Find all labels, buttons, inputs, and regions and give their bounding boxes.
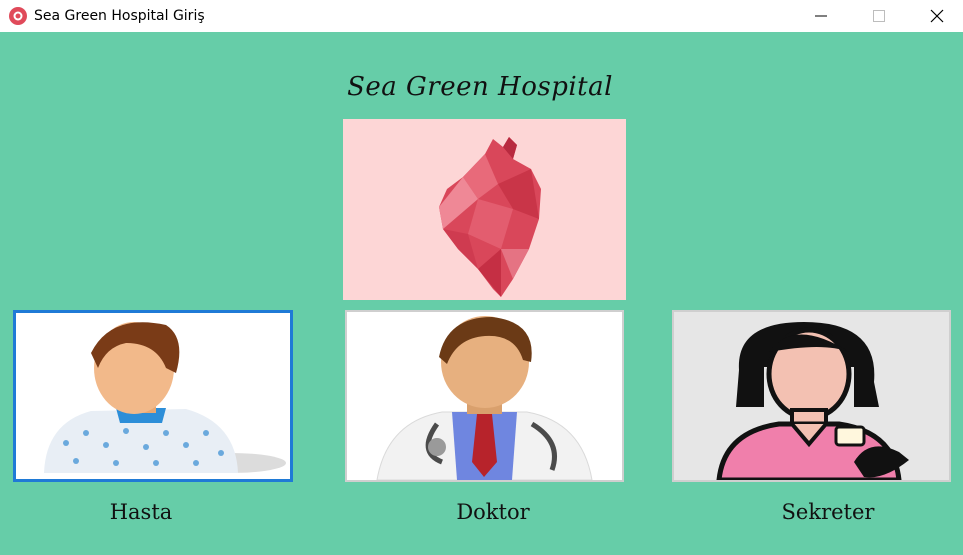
patient-label: Hasta	[109, 500, 173, 524]
secretary-label: Sekreter	[781, 500, 875, 524]
patient-avatar-icon	[16, 313, 290, 479]
minimize-button[interactable]	[798, 0, 844, 32]
maximize-icon	[873, 10, 885, 22]
maximize-button[interactable]	[856, 0, 902, 32]
close-icon	[930, 9, 944, 23]
hero-image	[343, 119, 626, 300]
hospital-title: Sea Green Hospital	[347, 72, 613, 102]
secretary-avatar-icon	[674, 312, 949, 480]
patient-login-button[interactable]	[13, 310, 293, 482]
window-titlebar: Sea Green Hospital Giriş	[0, 0, 963, 32]
window-title: Sea Green Hospital Giriş	[34, 8, 205, 24]
doctor-label: Doktor	[456, 500, 530, 524]
secretary-login-button[interactable]	[672, 310, 951, 482]
close-button[interactable]	[914, 0, 960, 32]
doctor-login-button[interactable]	[345, 310, 624, 482]
app-logo-icon	[9, 7, 27, 25]
doctor-avatar-icon	[347, 312, 622, 480]
heart-illustration	[439, 137, 541, 297]
minimize-icon	[815, 15, 827, 17]
